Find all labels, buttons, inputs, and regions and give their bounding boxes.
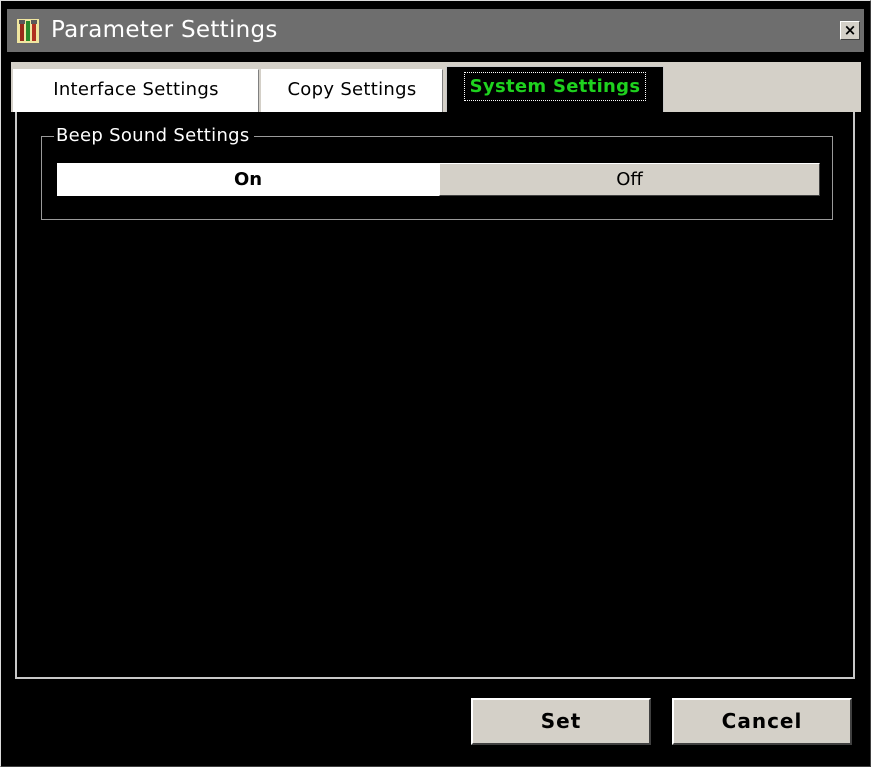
group-label: Beep Sound Settings (54, 125, 254, 147)
close-icon: × (843, 21, 857, 39)
system-settings-panel: Beep Sound Settings On Off (15, 112, 855, 679)
tab-label: Interface Settings (53, 79, 219, 100)
tab-strip: Interface Settings Copy Settings System … (11, 62, 861, 114)
title-bar[interactable]: Parameter Settings × (7, 9, 864, 52)
set-button[interactable]: Set (471, 698, 651, 745)
close-button[interactable]: × (840, 21, 860, 40)
beep-on-button[interactable]: On (57, 163, 439, 196)
parameter-settings-dialog: Parameter Settings × Interface Settings … (0, 0, 871, 767)
tab-label: System Settings (463, 72, 647, 101)
window-title: Parameter Settings (51, 17, 278, 43)
cancel-button[interactable]: Cancel (672, 698, 852, 745)
tab-system-settings[interactable]: System Settings (446, 66, 664, 114)
tools-icon (17, 19, 39, 43)
beep-off-button[interactable]: Off (439, 163, 820, 196)
tab-label: Copy Settings (287, 79, 417, 100)
tab-interface-settings[interactable]: Interface Settings (13, 69, 259, 112)
tab-copy-settings[interactable]: Copy Settings (261, 69, 443, 112)
beep-sound-settings-group: Beep Sound Settings On Off (41, 125, 833, 220)
